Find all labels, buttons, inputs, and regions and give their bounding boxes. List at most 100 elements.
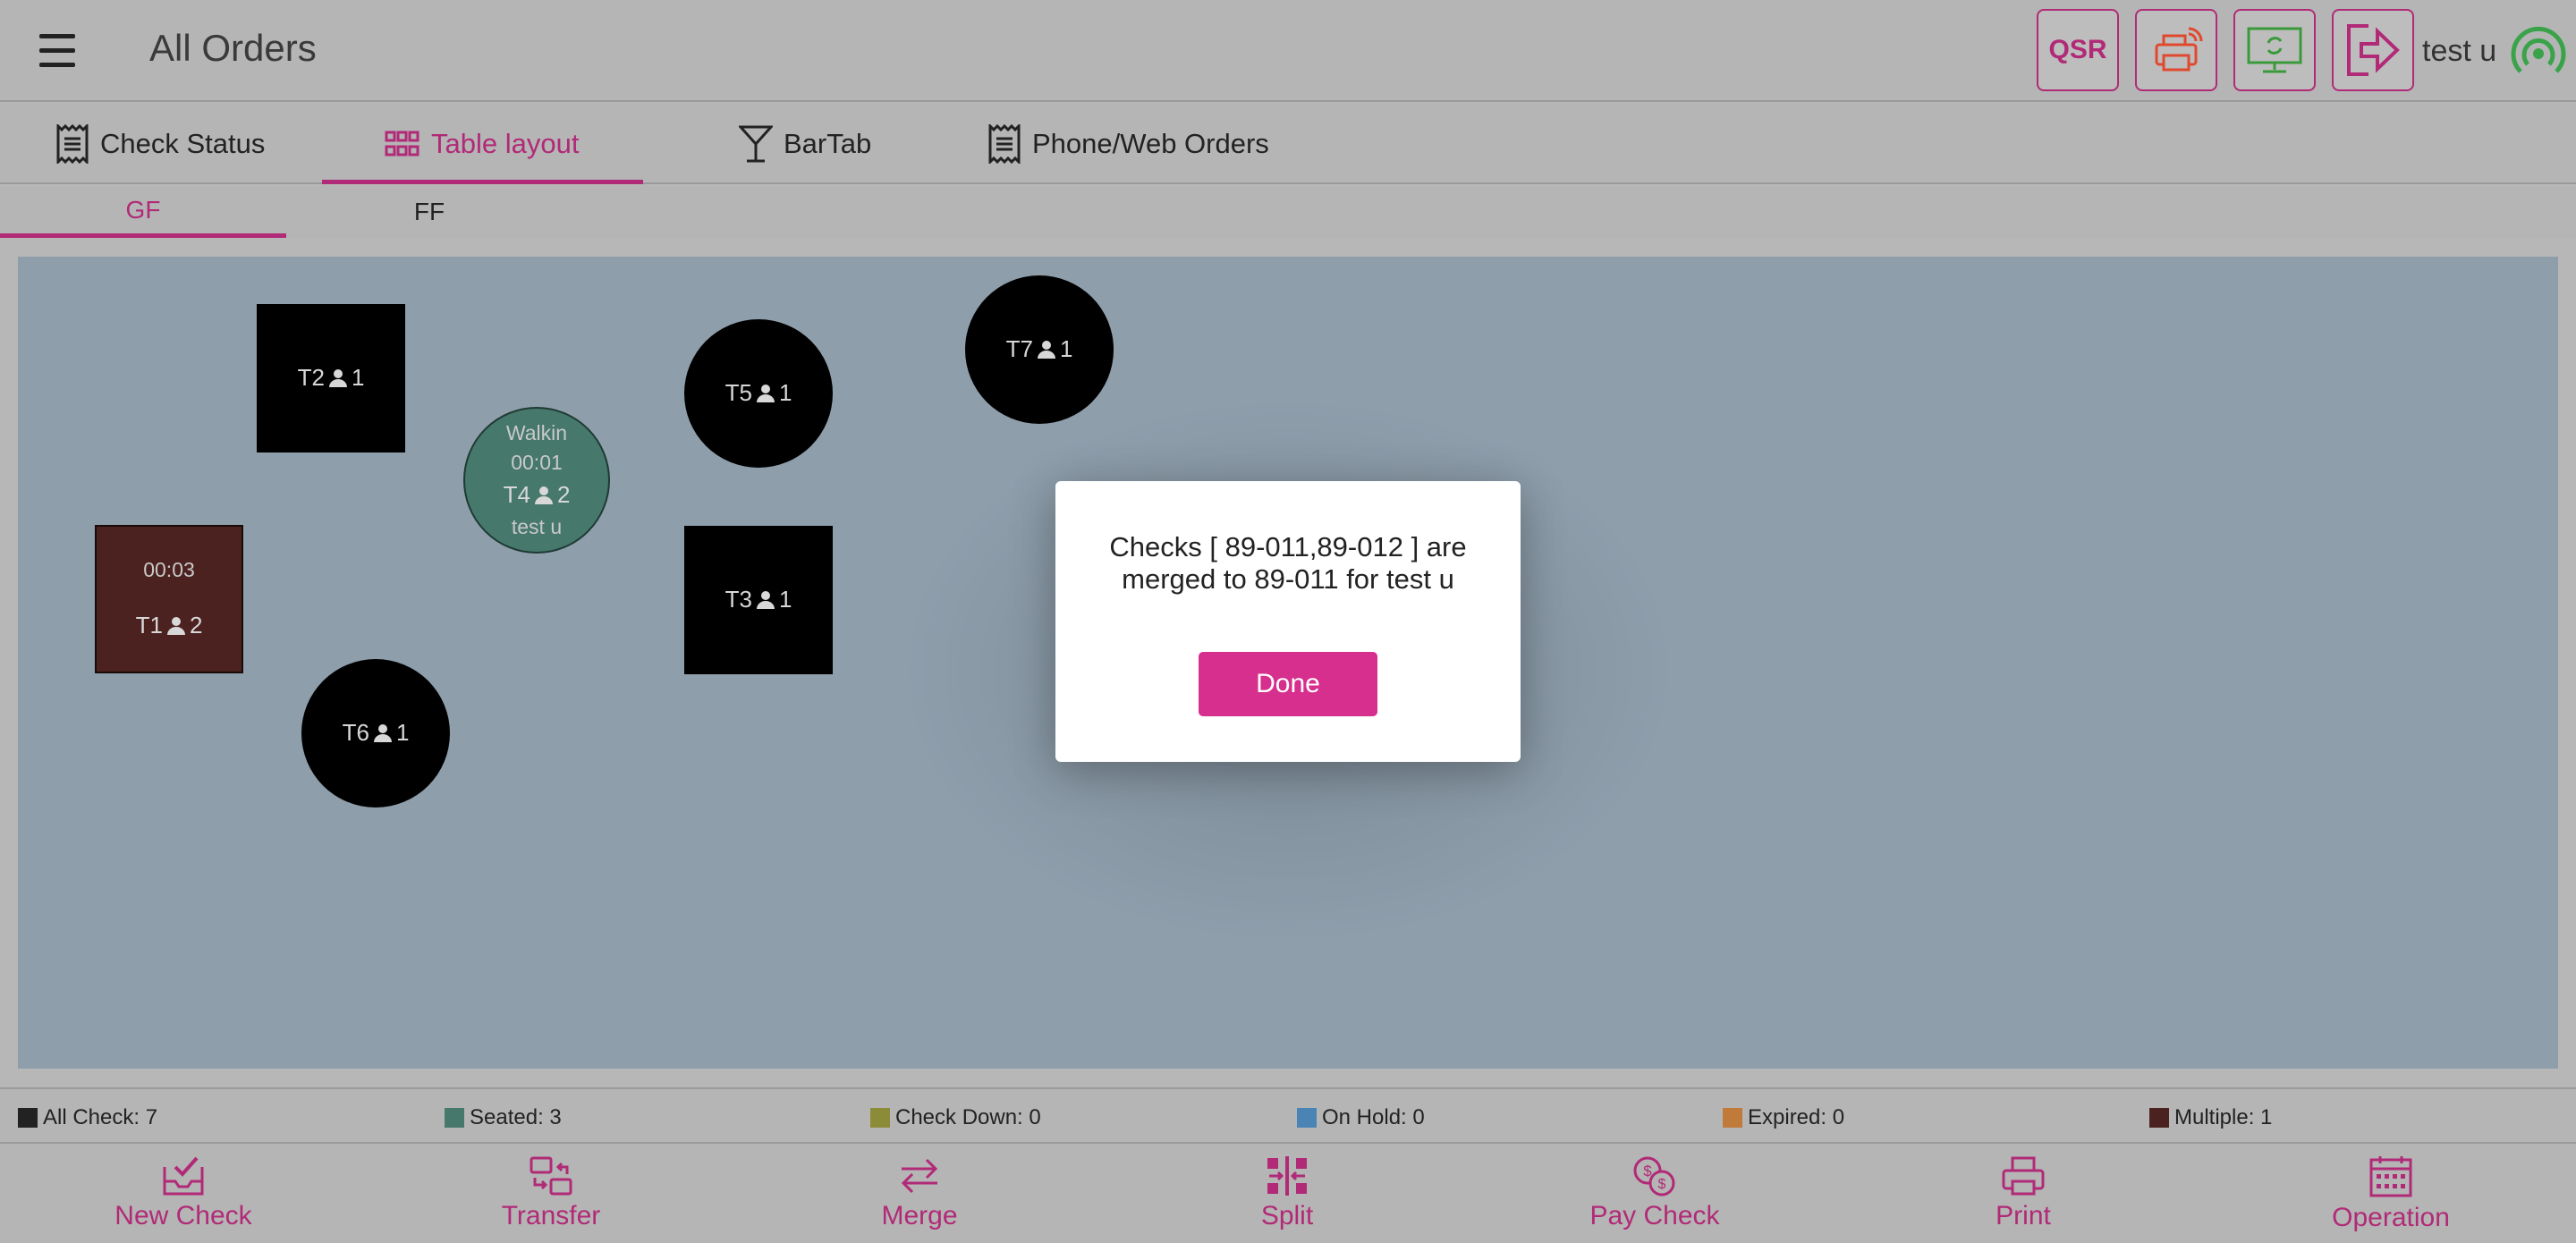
connection-signal-icon <box>2511 26 2566 73</box>
legend-label: On Hold: 0 <box>1322 1105 1425 1129</box>
main-tabs: Check Status Table layout BarTab Phone/W… <box>0 104 2576 184</box>
page-title: All Orders <box>149 27 317 69</box>
person-icon <box>1037 341 1055 359</box>
legend-multiple: Multiple: 1 <box>2149 1105 2272 1130</box>
table-name: T5 <box>724 379 752 407</box>
table-t1[interactable]: 00:03 T1 2 <box>95 525 243 673</box>
legend-label: Expired: 0 <box>1748 1105 1845 1129</box>
svg-text:$: $ <box>1643 1163 1652 1180</box>
table-name: T3 <box>724 586 752 613</box>
logout-icon <box>2347 24 2400 76</box>
toolbar-label: Print <box>1996 1201 2051 1230</box>
tab-table-layout[interactable]: Table layout <box>321 104 645 184</box>
printer-wifi-icon <box>2155 27 2203 72</box>
floor-tabs: GF FF <box>0 186 2576 238</box>
toolbar-label: Merge <box>881 1201 958 1230</box>
sync-monitor-button[interactable] <box>2233 9 2316 91</box>
legend-expired: Expired: 0 <box>1723 1105 1844 1130</box>
table-t4[interactable]: Walkin 00:01 T4 2 test u <box>463 407 610 554</box>
printer-status-button[interactable] <box>2135 9 2217 91</box>
dialog-message: Checks [ 89-011,89-012 ] are merged to 8… <box>1109 531 1467 595</box>
guest-count: 2 <box>556 480 571 508</box>
table-name: T1 <box>135 611 163 638</box>
table-name: T6 <box>342 719 369 747</box>
person-icon <box>328 369 347 387</box>
table-time: 00:03 <box>143 558 195 582</box>
pay-check-button[interactable]: $ $ Pay Check <box>1538 1154 1771 1231</box>
merge-confirmation-dialog: Checks [ 89-011,89-012 ] are merged to 8… <box>1055 481 1521 762</box>
table-name: T7 <box>1005 335 1033 363</box>
done-button[interactable]: Done <box>1199 652 1377 716</box>
floor-tab-ff[interactable]: FF <box>286 186 572 238</box>
floor-tab-gf[interactable]: GF <box>0 186 286 238</box>
table-server: test u <box>511 514 563 538</box>
split-button[interactable]: Split <box>1171 1154 1403 1231</box>
guest-count: 1 <box>1059 335 1073 363</box>
grid-icon <box>385 131 419 156</box>
hamburger-menu-icon[interactable] <box>39 34 75 70</box>
split-icon <box>1267 1156 1307 1196</box>
legend-all-check: All Check: 7 <box>18 1105 157 1130</box>
table-name: T4 <box>503 480 530 508</box>
merge-button[interactable]: Merge <box>803 1154 1036 1231</box>
legend-label: All Check: 7 <box>43 1105 158 1129</box>
guest-count: 1 <box>395 719 410 747</box>
toolbar-label: Split <box>1260 1201 1314 1230</box>
transfer-button[interactable]: Transfer <box>435 1154 667 1231</box>
toolbar-label: Pay Check <box>1589 1201 1720 1230</box>
person-icon <box>534 486 553 504</box>
pay-check-icon: $$ <box>1633 1156 1675 1196</box>
table-t5[interactable]: T5 1 <box>684 319 833 468</box>
new-check-icon <box>163 1156 204 1196</box>
qsr-button[interactable]: QSR <box>2037 9 2119 91</box>
print-icon <box>2002 1156 2045 1196</box>
legend-swatch <box>1723 1108 1742 1128</box>
legend-check-down: Check Down: 0 <box>870 1105 1041 1130</box>
table-name: T2 <box>297 364 325 392</box>
tab-phone-web-orders[interactable]: Phone/Web Orders <box>987 104 1269 184</box>
tab-label: BarTab <box>784 128 872 159</box>
toolbar-label: Operation <box>2332 1203 2450 1232</box>
guest-count: 2 <box>189 611 203 638</box>
person-icon <box>756 385 775 402</box>
operation-button[interactable]: Operation <box>2275 1154 2507 1233</box>
current-user: test u <box>2422 34 2497 68</box>
tab-label: Phone/Web Orders <box>1032 128 1269 159</box>
table-t6[interactable]: T6 1 <box>301 659 450 808</box>
logout-button[interactable] <box>2332 9 2414 91</box>
guest-count: 1 <box>351 364 365 392</box>
person-icon <box>166 616 185 635</box>
print-button[interactable]: Print <box>1907 1154 2140 1231</box>
new-check-button[interactable]: New Check <box>67 1154 300 1231</box>
receipt-icon <box>56 124 89 164</box>
toolbar-label: New Check <box>114 1201 252 1230</box>
transfer-icon <box>530 1156 572 1196</box>
legend-label: Check Down: 0 <box>895 1105 1041 1129</box>
receipt-icon <box>988 124 1021 164</box>
legend-swatch <box>445 1108 464 1128</box>
top-header: All Orders QSR test u <box>0 0 2576 102</box>
monitor-sync-icon <box>2247 27 2302 73</box>
legend-seated: Seated: 3 <box>445 1105 562 1130</box>
legend-swatch <box>870 1108 890 1128</box>
legend-swatch <box>18 1108 38 1128</box>
person-icon <box>373 724 392 742</box>
tab-bartab[interactable]: BarTab <box>739 104 871 184</box>
tab-check-status[interactable]: Check Status <box>55 104 265 184</box>
table-t7[interactable]: T7 1 <box>965 275 1114 424</box>
legend-swatch <box>2149 1108 2169 1128</box>
status-legend: All Check: 7 Seated: 3 Check Down: 0 On … <box>0 1087 2576 1141</box>
table-time: 00:01 <box>511 451 563 475</box>
table-t2[interactable]: T2 1 <box>257 304 405 452</box>
calendar-icon <box>2369 1156 2412 1197</box>
legend-label: Multiple: 1 <box>2174 1105 2273 1129</box>
bottom-toolbar: New Check Transfer Merge Split $ $ Pay Ch… <box>0 1142 2576 1243</box>
cocktail-icon <box>739 125 773 163</box>
merge-icon <box>901 1158 938 1194</box>
tab-label: Table layout <box>431 128 580 159</box>
person-icon <box>756 591 775 609</box>
toolbar-label: Transfer <box>501 1201 601 1230</box>
guest-count: 1 <box>778 586 792 613</box>
legend-swatch <box>1297 1108 1317 1128</box>
table-t3[interactable]: T3 1 <box>684 526 833 674</box>
